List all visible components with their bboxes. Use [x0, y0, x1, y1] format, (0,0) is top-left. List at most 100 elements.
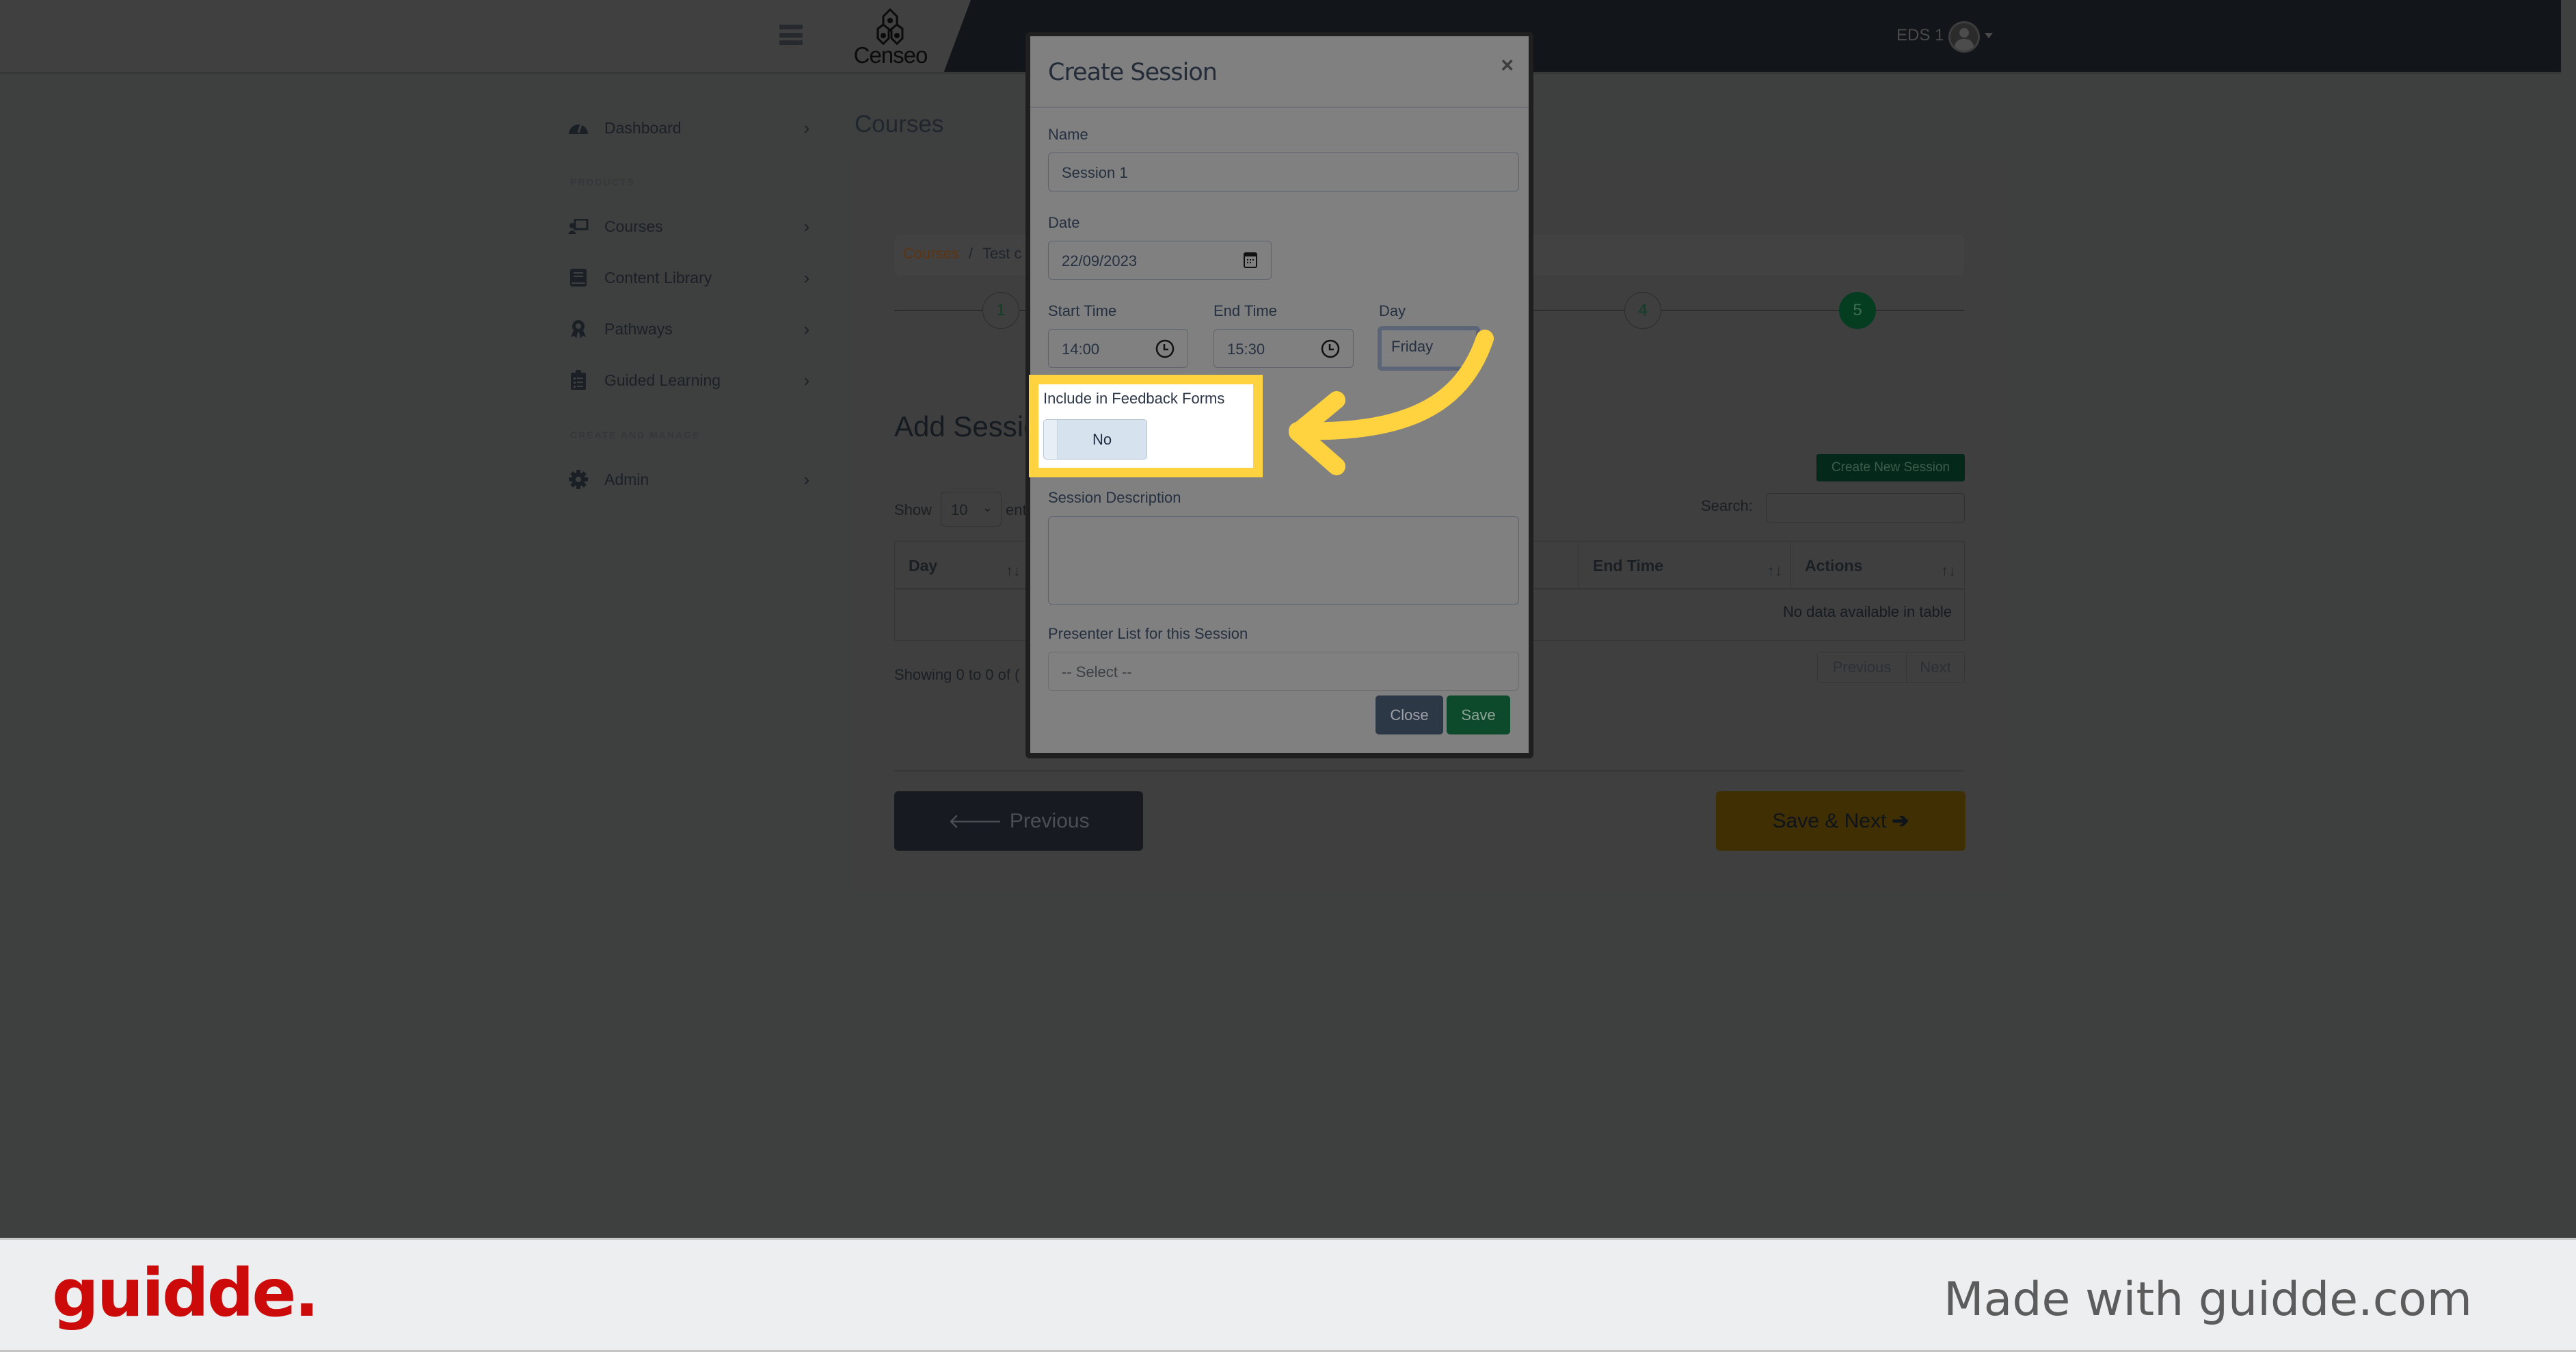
- censeo-logo[interactable]: Censeo: [848, 7, 933, 68]
- sidebar-item-label: Pathways: [604, 319, 673, 338]
- clipboard-list-icon: [567, 370, 589, 390]
- chevron-right-icon: ›: [803, 267, 810, 288]
- toggle-knob: [1044, 420, 1058, 459]
- end-time-value: 15:30: [1227, 341, 1265, 358]
- entries-per-page-select[interactable]: 10 ⌄: [941, 492, 1002, 527]
- sidebar-item-label: Admin: [604, 470, 649, 488]
- sidebar-item-guided-learning[interactable]: Guided Learning ›: [567, 363, 814, 397]
- include-in-feedback-forms-label: Include in Feedback Forms: [1043, 390, 1225, 407]
- page-title: Courses: [855, 111, 944, 137]
- save-button[interactable]: Save: [1447, 695, 1510, 734]
- made-with-guidde-link[interactable]: Made with guidde.com: [1944, 1273, 2472, 1327]
- section-title: Add Sessio: [894, 410, 1040, 442]
- breadcrumb-link-courses[interactable]: Courses: [903, 245, 959, 262]
- chevron-right-icon: ›: [803, 468, 810, 490]
- create-new-session-button[interactable]: Create New Session: [1816, 454, 1965, 481]
- column-header-day[interactable]: Day ↑↓: [895, 542, 1029, 589]
- arrow-left-icon: 🡐: [948, 810, 1003, 833]
- sidebar-item-label: Courses: [604, 217, 663, 235]
- column-label: Day: [909, 557, 938, 574]
- pagination-previous[interactable]: Previous: [1818, 652, 1907, 682]
- save-next-button-label: Save & Next: [1772, 809, 1887, 832]
- breadcrumb-separator: /: [968, 245, 974, 262]
- sidebar-item-dashboard[interactable]: Dashboard ›: [567, 111, 814, 145]
- sort-icon: ↑↓: [1767, 562, 1782, 579]
- presenter-list-label: Presenter List for this Session: [1048, 625, 1248, 642]
- presenter-select[interactable]: -- Select --: [1048, 652, 1519, 691]
- sidebar-item-pathways[interactable]: Pathways ›: [567, 312, 814, 346]
- date-value: 22/09/2023: [1062, 252, 1138, 269]
- include-in-feedback-forms-toggle[interactable]: No: [1043, 419, 1147, 460]
- previous-button-label: Previous: [1009, 809, 1090, 832]
- table-empty-message: No data available in table: [1782, 603, 1952, 620]
- close-button[interactable]: Close: [1376, 695, 1443, 734]
- sidebar-item-label: Dashboard: [604, 118, 682, 137]
- sidebar-item-label: Content Library: [604, 268, 712, 287]
- chevron-right-icon: ›: [803, 117, 810, 138]
- search-label: Search:: [1701, 497, 1753, 514]
- column-header-end-time[interactable]: End Time ↑↓: [1579, 542, 1790, 589]
- entries-label: ent: [1006, 501, 1027, 518]
- calendar-icon[interactable]: [1243, 251, 1258, 273]
- breadcrumb-current: Test c: [982, 245, 1022, 262]
- sidebar-section-products: PRODUCTS: [570, 176, 635, 187]
- step-4[interactable]: 4: [1624, 292, 1661, 329]
- censeo-logo-icon: [876, 8, 904, 46]
- session-description-label: Session Description: [1048, 489, 1181, 506]
- step-1[interactable]: 1: [982, 292, 1019, 329]
- modal-divider: [1030, 107, 1529, 108]
- close-icon[interactable]: ×: [1501, 53, 1514, 78]
- entries-per-page-value: 10: [951, 501, 968, 518]
- courses-icon: [567, 216, 589, 237]
- avatar[interactable]: [1948, 21, 1980, 53]
- divider: [894, 770, 1965, 771]
- award-icon: [567, 319, 589, 339]
- column-header-actions[interactable]: Actions ↑↓: [1790, 542, 1964, 589]
- chevron-down-icon: ⌄: [982, 501, 993, 514]
- clock-icon[interactable]: [1155, 339, 1175, 362]
- gear-icon: [567, 469, 589, 490]
- sidebar-item-content-library[interactable]: Content Library ›: [567, 261, 814, 295]
- previous-button[interactable]: 🡐 Previous: [894, 791, 1143, 851]
- start-time-input[interactable]: 14:00: [1048, 329, 1188, 368]
- chevron-right-icon: ›: [803, 369, 810, 390]
- column-label: Actions: [1805, 557, 1863, 574]
- highlight-box: Include in Feedback Forms No: [1029, 375, 1263, 477]
- pagination-next[interactable]: Next: [1907, 652, 1964, 682]
- modal-title: Create Session: [1048, 59, 1218, 86]
- date-input[interactable]: 22/09/2023: [1048, 241, 1272, 280]
- sidebar-item-label: Guided Learning: [604, 371, 721, 389]
- menu-toggle-icon[interactable]: [779, 25, 803, 45]
- sidebar-item-courses[interactable]: Courses ›: [567, 209, 814, 243]
- show-label: Show: [894, 501, 933, 518]
- search-input[interactable]: [1766, 493, 1965, 522]
- toggle-value: No: [1092, 430, 1112, 448]
- chevron-right-icon: ›: [803, 215, 810, 237]
- date-label: Date: [1048, 214, 1080, 231]
- sidebar-section-create-and-manage: CREATE AND MANAGE: [570, 429, 701, 440]
- user-icon: [1959, 28, 1969, 38]
- step-5-active[interactable]: 5: [1839, 292, 1876, 329]
- annotation-arrow-icon: [1289, 330, 1494, 475]
- sort-icon: ↑↓: [1941, 562, 1956, 579]
- pagination: Previous Next: [1817, 652, 1965, 683]
- chevron-right-icon: ›: [803, 318, 810, 339]
- logo-text: Censeo: [853, 42, 928, 68]
- sidebar-item-admin[interactable]: Admin ›: [567, 462, 814, 496]
- arrow-right-icon: ➔: [1892, 810, 1909, 832]
- save-next-button[interactable]: Save & Next ➔: [1716, 791, 1965, 851]
- guidde-logo[interactable]: guidde.: [52, 1255, 319, 1331]
- column-label: End Time: [1593, 557, 1664, 574]
- guidde-footer: guidde. Made with guidde.com: [0, 1238, 2576, 1352]
- sort-icon: ↑↓: [1006, 562, 1021, 579]
- name-input[interactable]: Session 1: [1048, 153, 1519, 191]
- user-name[interactable]: EDS 1: [1896, 26, 1944, 45]
- start-time-value: 14:00: [1062, 341, 1100, 358]
- table-info: Showing 0 to 0 of (: [894, 666, 1020, 683]
- caret-down-icon[interactable]: [1985, 33, 1993, 38]
- session-description-textarea[interactable]: [1048, 516, 1519, 605]
- dashboard-icon: [567, 118, 589, 138]
- name-label: Name: [1048, 126, 1088, 143]
- start-time-label: Start Time: [1048, 302, 1117, 319]
- end-time-label: End Time: [1213, 302, 1277, 319]
